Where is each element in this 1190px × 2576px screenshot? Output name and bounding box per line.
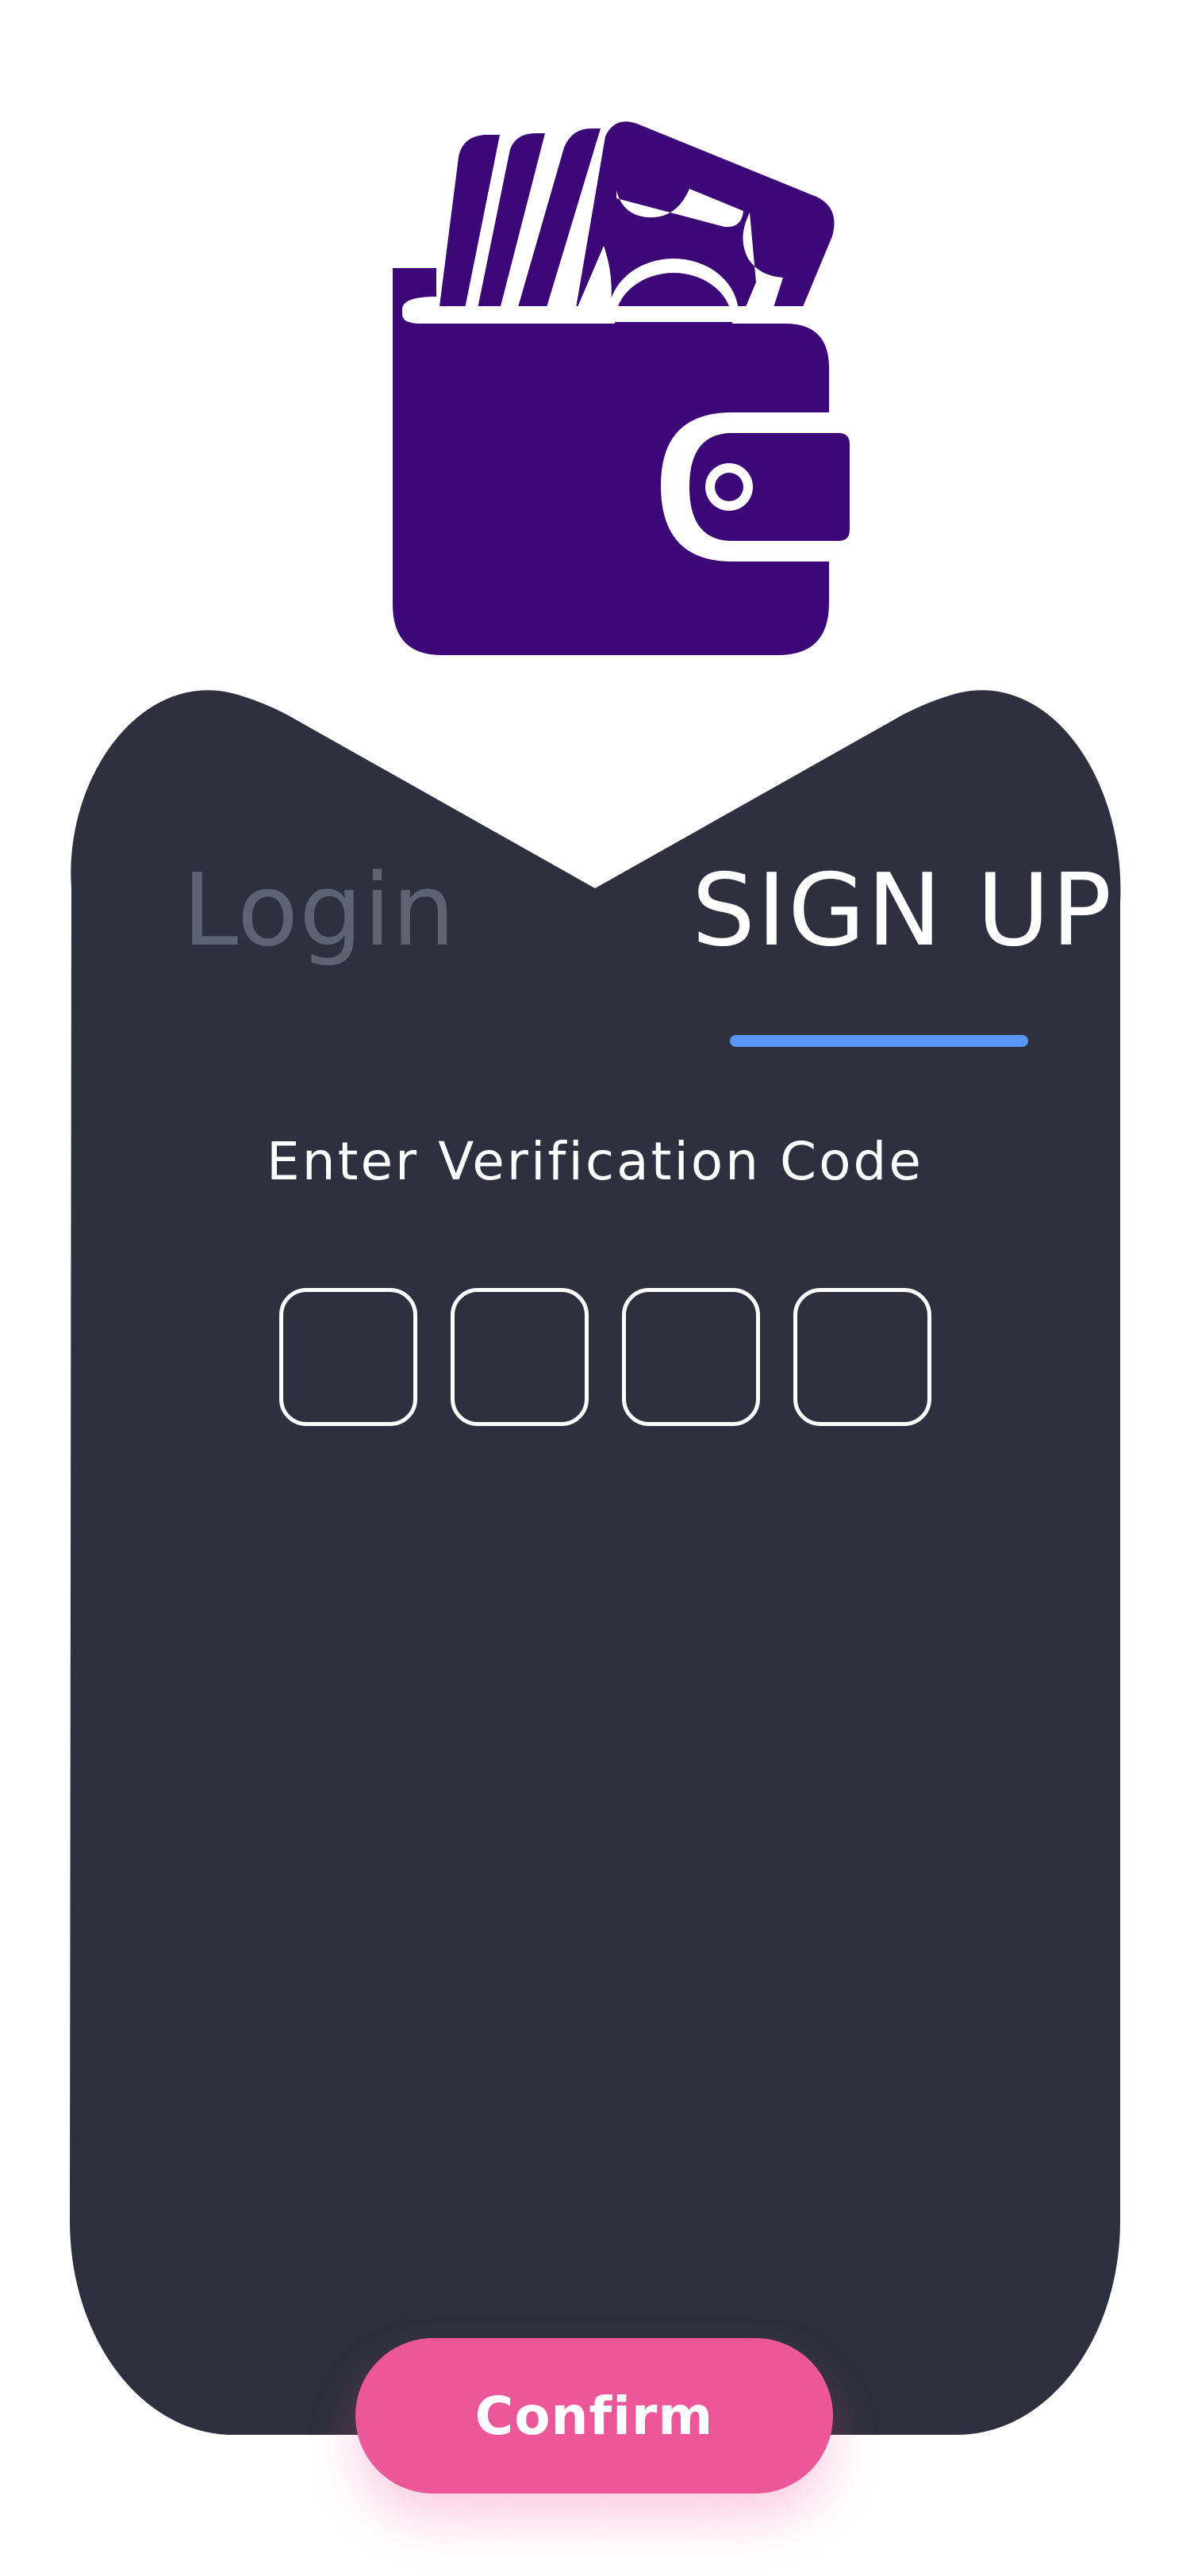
tab-signup[interactable]: SIGN UP: [692, 861, 1113, 960]
active-tab-indicator: [730, 1035, 1028, 1047]
code-digit-1[interactable]: [279, 1288, 417, 1426]
code-digit-4[interactable]: [793, 1288, 931, 1426]
code-digit-3[interactable]: [622, 1288, 760, 1426]
verification-code-inputs: [279, 1288, 931, 1426]
verification-heading: Enter Verification Code: [267, 1131, 923, 1192]
confirm-button[interactable]: Confirm: [355, 2338, 833, 2494]
tab-login[interactable]: Login: [182, 861, 456, 960]
code-digit-2[interactable]: [451, 1288, 589, 1426]
